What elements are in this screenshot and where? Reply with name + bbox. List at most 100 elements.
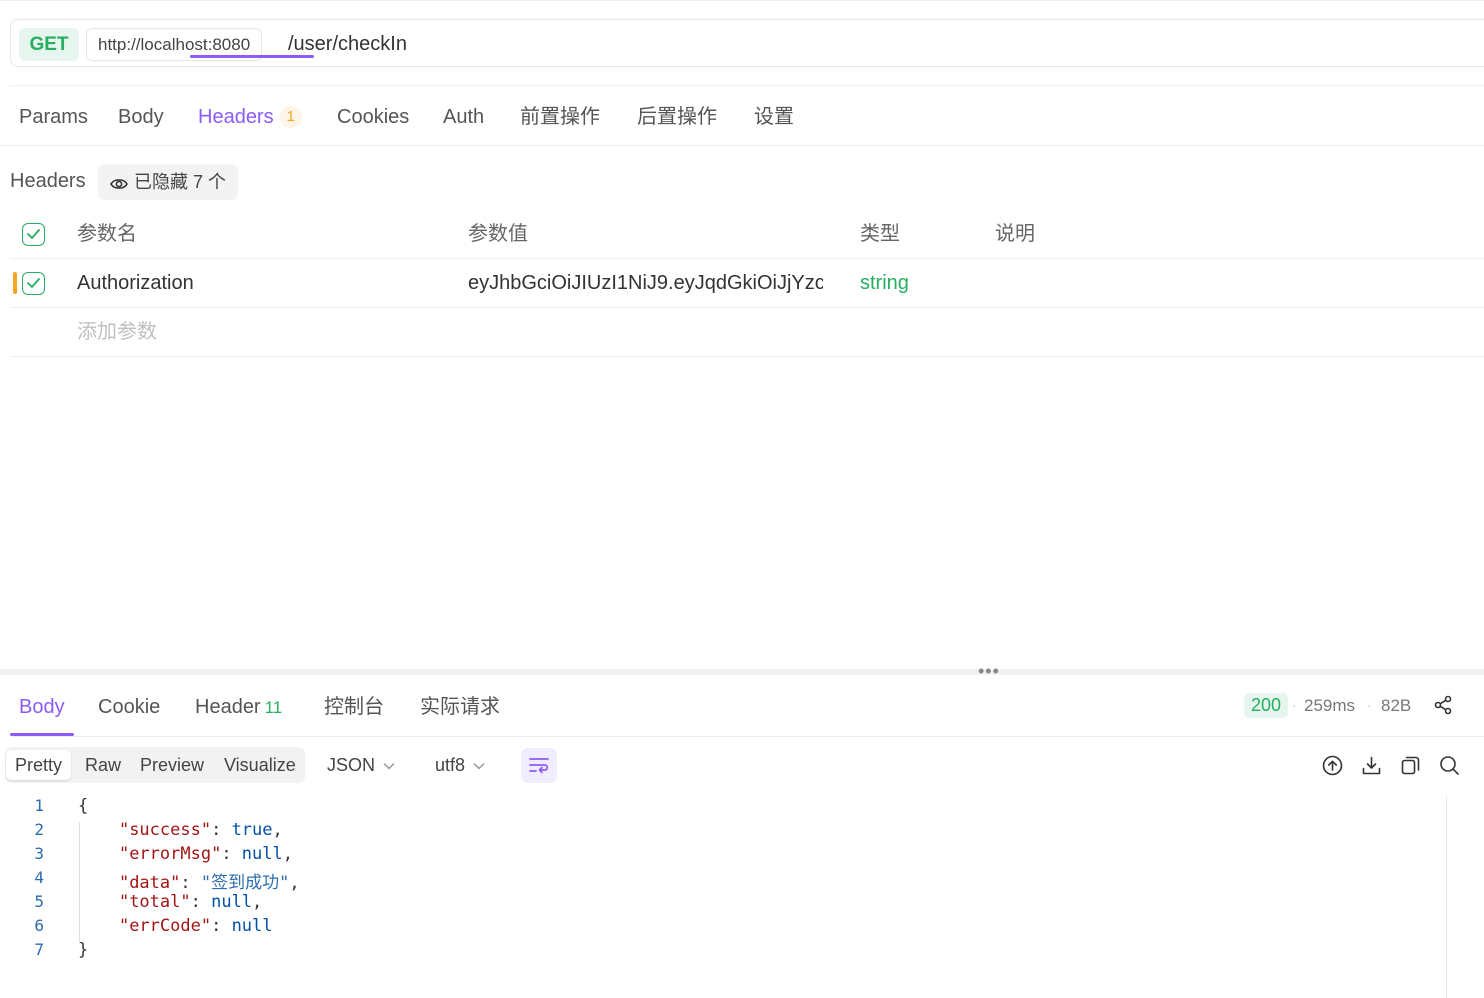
- hidden-headers-label: 已隐藏 7 个: [134, 172, 227, 192]
- response-body-editor[interactable]: 1 {2 "success": true, 3 "errorMsg": null, 4…: [0, 796, 1446, 998]
- search-icon[interactable]: [1439, 755, 1460, 776]
- tab-label: Headers: [198, 106, 274, 128]
- tab-response-body[interactable]: Body: [19, 678, 65, 736]
- tab-label: 实际请求: [420, 696, 500, 718]
- status-code-badge: 200: [1244, 693, 1289, 718]
- url-bar: GET http://localhost:8080 /user/checkIn: [10, 19, 1484, 67]
- mode-raw[interactable]: Raw: [76, 750, 130, 780]
- code-token: ,: [282, 844, 293, 864]
- line-number: 5: [34, 892, 44, 911]
- headers-table: 参数名 参数值 类型 说明 Authorization eyJhbGciOiJI…: [10, 210, 1484, 357]
- modified-marker: [13, 272, 17, 294]
- tab-label: Cookies: [337, 106, 410, 128]
- tab-console[interactable]: 控制台: [324, 678, 384, 736]
- word-wrap-button[interactable]: [521, 748, 557, 783]
- line-number: 6: [34, 916, 44, 935]
- add-param-row: 添加参数: [10, 308, 1484, 357]
- encoding-value: utf8: [435, 755, 466, 775]
- code-token: {: [78, 796, 89, 816]
- tab-post-processors[interactable]: 后置操作: [637, 88, 717, 146]
- tab-label: Params: [19, 106, 88, 128]
- row-enable-checkbox[interactable]: [22, 272, 45, 295]
- chevron-down-icon: [473, 762, 485, 770]
- mode-visualize[interactable]: Visualize: [215, 750, 305, 780]
- tab-headers[interactable]: Headers 1: [198, 88, 302, 146]
- top-border: [0, 0, 1484, 1]
- view-mode-segmented: Pretty Raw Preview Visualize: [5, 747, 305, 783]
- code-line: "data": "签到成功",: [78, 868, 300, 893]
- share-icon[interactable]: [1433, 695, 1453, 715]
- path-input[interactable]: /user/checkIn: [288, 20, 407, 68]
- divider: [10, 736, 1484, 737]
- tab-settings[interactable]: 设置: [754, 88, 794, 146]
- eye-icon: [110, 179, 128, 189]
- upload-icon[interactable]: [1322, 755, 1343, 776]
- tab-response-header[interactable]: Header 11: [195, 678, 282, 736]
- copy-icon[interactable]: [1400, 755, 1421, 776]
- download-icon[interactable]: [1361, 755, 1382, 776]
- code-token: null: [231, 916, 273, 936]
- column-header-type: 类型: [860, 223, 900, 245]
- param-type-select[interactable]: string: [860, 259, 909, 308]
- tab-label: 后置操作: [637, 106, 717, 128]
- select-all-checkbox[interactable]: [22, 223, 45, 246]
- tab-response-cookie[interactable]: Cookie: [98, 678, 160, 736]
- code-line: }: [78, 940, 88, 960]
- tab-actual-request[interactable]: 实际请求: [420, 678, 500, 736]
- table-header-row: 参数名 参数值 类型 说明: [10, 210, 1484, 259]
- code-token: :: [221, 844, 242, 864]
- tab-label: Body: [19, 696, 65, 718]
- code-token: :: [211, 820, 232, 840]
- encoding-select[interactable]: utf8: [435, 747, 485, 783]
- headers-title: Headers: [10, 170, 86, 192]
- code-token: "data": [118, 873, 181, 893]
- column-header-value: 参数值: [468, 223, 528, 245]
- table-row: Authorization eyJhbGciOiJIUzI1NiJ9.eyJqd…: [10, 259, 1484, 308]
- code-token: }: [78, 940, 89, 960]
- mode-preview[interactable]: Preview: [131, 750, 213, 780]
- code-token: ,: [272, 820, 283, 840]
- line-number: 2: [34, 820, 44, 839]
- code-token: null: [211, 892, 253, 912]
- tab-auth[interactable]: Auth: [443, 88, 484, 146]
- drag-handle-icon[interactable]: •••: [978, 662, 1000, 680]
- tab-body[interactable]: Body: [118, 88, 164, 146]
- code-token: "total": [118, 892, 191, 912]
- code-line: "total": null,: [78, 892, 262, 912]
- code-token: "签到成功": [200, 873, 290, 893]
- line-number: 7: [34, 940, 44, 959]
- method-select[interactable]: GET: [19, 28, 79, 61]
- format-select[interactable]: JSON: [327, 747, 395, 783]
- code-token: ,: [252, 892, 263, 912]
- code-token: "success": [118, 820, 212, 840]
- tab-params[interactable]: Params: [19, 88, 88, 146]
- code-token: :: [180, 873, 201, 893]
- checkbox-checked-icon: [27, 229, 40, 239]
- checkbox-checked-icon: [27, 278, 40, 288]
- active-tab-indicator: [190, 55, 314, 58]
- param-value-input[interactable]: eyJhbGciOiJIUzI1NiJ9.eyJqdGkiOiJjYzcy: [468, 259, 823, 308]
- code-token: "errCode": [118, 916, 212, 936]
- editor-scrollbar[interactable]: [1446, 796, 1447, 998]
- pane-resize-handle[interactable]: [0, 669, 1484, 675]
- line-number: 4: [34, 868, 44, 887]
- tab-cookies[interactable]: Cookies: [337, 88, 409, 146]
- response-time: 259ms: [1304, 696, 1356, 715]
- separator-dot: ·: [1367, 697, 1372, 713]
- word-wrap-icon: [529, 758, 549, 774]
- param-name-input[interactable]: Authorization: [77, 259, 194, 308]
- mode-pretty[interactable]: Pretty: [6, 750, 72, 780]
- tab-pre-processors[interactable]: 前置操作: [520, 88, 600, 146]
- response-size: 82B: [1381, 696, 1412, 715]
- tab-label: Cookie: [98, 696, 161, 718]
- line-number: 1: [34, 796, 44, 815]
- tab-label: 设置: [754, 106, 794, 128]
- chevron-down-icon: [383, 762, 395, 770]
- code-token: null: [241, 844, 283, 864]
- separator-dot: ·: [1292, 697, 1297, 713]
- add-param-input[interactable]: 添加参数: [77, 308, 157, 357]
- hidden-headers-toggle[interactable]: 已隐藏 7 个: [98, 164, 239, 200]
